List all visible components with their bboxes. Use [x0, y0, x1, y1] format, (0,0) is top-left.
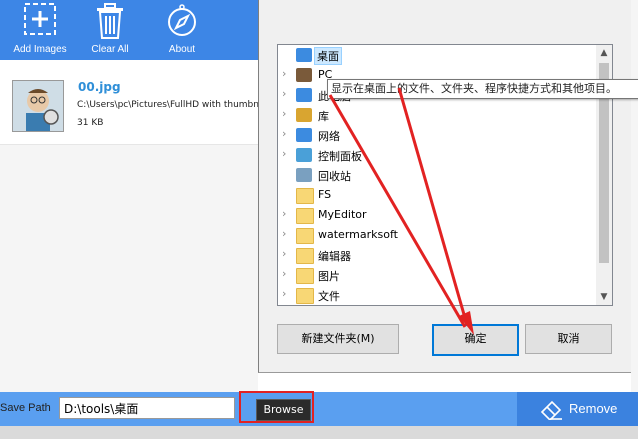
clear-all-button[interactable]: Clear All — [70, 0, 150, 60]
tree-item-label: 文件 — [318, 290, 340, 303]
tree-item[interactable]: FS — [278, 185, 596, 205]
add-icon — [23, 2, 57, 42]
tree-item-label: watermarksoft — [318, 228, 398, 241]
add-images-label: Add Images — [13, 44, 67, 55]
tree-item-label: 回收站 — [318, 170, 351, 183]
scroll-down-icon[interactable]: ▼ — [596, 289, 612, 305]
image-list-empty-area — [0, 145, 258, 392]
tree-item-label: 库 — [318, 110, 329, 123]
browse-highlight-box — [239, 391, 314, 423]
tree-item[interactable]: › 图片 — [278, 265, 596, 285]
tree-item-label: MyEditor — [318, 208, 367, 221]
recycle-bin-icon — [296, 168, 312, 182]
tree-item[interactable]: 回收站 — [278, 165, 596, 185]
save-path-input[interactable]: D:\tools\桌面 — [59, 397, 235, 419]
app-window: Add Images Clear All About 00.jpg C:\Use… — [0, 0, 638, 439]
folder-icon — [296, 228, 314, 244]
chevron-right-icon[interactable]: › — [282, 67, 286, 80]
desktop-icon — [296, 48, 312, 62]
clear-all-label: Clear All — [91, 44, 129, 55]
chevron-right-icon[interactable]: › — [282, 247, 286, 260]
folder-icon — [296, 208, 314, 224]
tree-item-label: FS — [318, 188, 332, 201]
tree-item[interactable]: › 文件 — [278, 285, 596, 305]
toolbar: Add Images Clear All About — [0, 0, 258, 60]
tree-item-label: 图片 — [318, 270, 340, 283]
tooltip: 显示在桌面上的文件、文件夹、程序快捷方式和其他项目。 — [327, 79, 638, 99]
tree-item-label: 网络 — [318, 130, 340, 143]
file-name: 00.jpg — [78, 80, 121, 94]
chevron-right-icon[interactable]: › — [282, 147, 286, 160]
image-thumbnail — [12, 80, 64, 132]
eraser-icon — [539, 398, 563, 423]
library-icon — [296, 108, 312, 122]
computer-icon — [296, 88, 312, 102]
trash-icon — [94, 2, 126, 44]
network-icon — [296, 128, 312, 142]
scroll-up-icon[interactable]: ▲ — [596, 45, 612, 61]
tree-item[interactable]: 桌面 — [278, 45, 596, 65]
tree-item[interactable]: › MyEditor — [278, 205, 596, 225]
add-images-button[interactable]: Add Images — [0, 0, 80, 60]
folder-icon — [296, 248, 314, 264]
chevron-right-icon[interactable]: › — [282, 227, 286, 240]
remove-label: Remove — [569, 401, 618, 416]
tree-item-label: 控制面板 — [318, 150, 362, 163]
new-folder-button[interactable]: 新建文件夹(M) — [277, 324, 399, 354]
chevron-right-icon[interactable]: › — [282, 267, 286, 280]
image-list-item[interactable]: 00.jpg C:\Users\pc\Pictures\FullHD with … — [0, 68, 258, 144]
folder-icon — [296, 188, 314, 204]
chevron-right-icon[interactable]: › — [282, 87, 286, 100]
tree-item[interactable]: › watermarksoft — [278, 225, 596, 245]
ok-button[interactable]: 确定 — [432, 324, 519, 356]
status-strip — [0, 426, 638, 439]
about-label: About — [168, 44, 196, 55]
tree-item[interactable]: › 网络 — [278, 125, 596, 145]
folder-icon — [296, 288, 314, 304]
tree-item-label: 编辑器 — [318, 250, 351, 263]
chevron-right-icon[interactable]: › — [282, 107, 286, 120]
user-icon — [296, 68, 312, 82]
file-size: 31 KB — [77, 118, 104, 128]
chevron-right-icon[interactable]: › — [282, 207, 286, 220]
remove-button[interactable]: Remove — [517, 392, 638, 426]
tree-item[interactable]: › 控制面板 — [278, 145, 596, 165]
about-button[interactable]: About — [142, 0, 222, 60]
chevron-right-icon[interactable]: › — [282, 127, 286, 140]
save-path-label: Save Path — [0, 402, 51, 414]
cancel-button[interactable]: 取消 — [525, 324, 612, 354]
folder-icon — [296, 268, 314, 284]
file-path: C:\Users\pc\Pictures\FullHD with thumbna… — [77, 100, 258, 110]
background-strip — [631, 0, 638, 392]
tree-item-label: 桌面 — [314, 47, 342, 65]
control-panel-icon — [296, 148, 312, 162]
compass-icon — [165, 2, 199, 42]
chevron-right-icon[interactable]: › — [282, 287, 286, 300]
tree-item[interactable]: › 库 — [278, 105, 596, 125]
tree-item[interactable]: › 编辑器 — [278, 245, 596, 265]
